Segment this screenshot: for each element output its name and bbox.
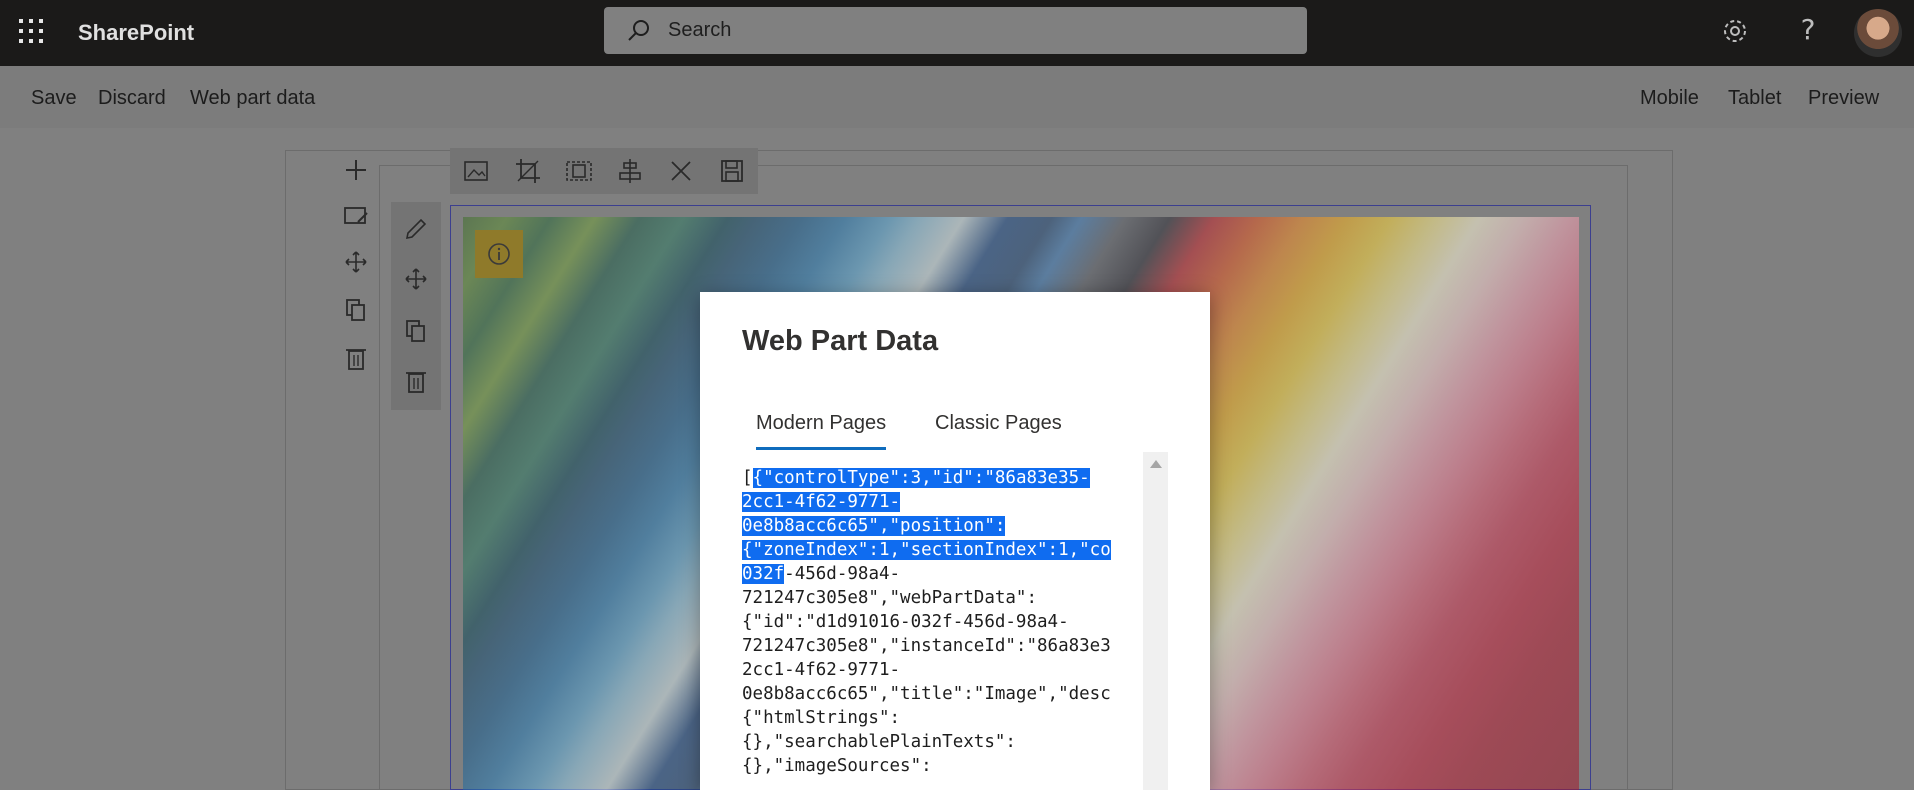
code-line: [{"controlType":3,"id":"86a83e35- — [742, 466, 1143, 490]
mobile-button[interactable]: Mobile — [1640, 87, 1699, 110]
aspect-ratio-icon[interactable] — [558, 151, 600, 191]
save-icon[interactable] — [711, 151, 753, 191]
web-part-data-button[interactable]: Web part data — [190, 87, 315, 110]
app-name[interactable]: SharePoint — [78, 20, 194, 46]
avatar[interactable] — [1854, 9, 1902, 57]
delete-icon[interactable] — [336, 338, 376, 378]
code-text: {},"searchablePlainTexts": — [742, 732, 1016, 752]
code-text: [ — [742, 468, 753, 488]
code-line: 2cc1-4f62-9771- — [742, 658, 1143, 682]
search-icon — [628, 19, 649, 41]
discard-button[interactable]: Discard — [98, 87, 166, 110]
tablet-button[interactable]: Tablet — [1728, 87, 1781, 110]
image-reset-icon[interactable] — [456, 151, 498, 191]
section-toolbar — [336, 150, 376, 380]
scroll-up-arrow-icon[interactable] — [1150, 460, 1162, 468]
gear-icon[interactable] — [1720, 16, 1750, 46]
close-icon[interactable] — [660, 151, 702, 191]
image-toolbar — [450, 148, 758, 194]
info-icon[interactable] — [475, 230, 523, 278]
move-icon[interactable] — [396, 258, 436, 300]
code-line: {},"searchablePlainTexts": — [742, 730, 1143, 754]
dialog-title: Web Part Data — [742, 325, 939, 357]
code-text: -456d-98a4- — [784, 564, 901, 584]
code-text: 721247c305e8","instanceId":"86a83e3 — [742, 636, 1111, 656]
code-text: 2cc1-4f62-9771- — [742, 660, 901, 680]
suite-bar: SharePoint Search ? — [0, 0, 1914, 66]
add-section-icon[interactable] — [336, 150, 376, 190]
code-line: 2cc1-4f62-9771- — [742, 490, 1143, 514]
code-line: {},"imageSources": — [742, 754, 1143, 778]
selected-text: 0e8b8acc6c65","position": — [742, 516, 1006, 536]
align-icon[interactable] — [609, 151, 651, 191]
code-line: {"id":"d1d91016-032f-456d-98a4- — [742, 610, 1143, 634]
webpart-toolbar — [391, 202, 441, 410]
crop-icon[interactable] — [507, 151, 549, 191]
code-line: {"htmlStrings": — [742, 706, 1143, 730]
code-text: 721247c305e8","webPartData": — [742, 588, 1038, 608]
code-text: {},"imageSources": — [742, 756, 932, 776]
duplicate-icon[interactable] — [336, 290, 376, 330]
code-text: {"id":"d1d91016-032f-456d-98a4- — [742, 612, 1069, 632]
edit-pencil-icon[interactable] — [396, 208, 436, 250]
code-scrollbar[interactable] — [1143, 452, 1168, 790]
code-line: 032f-456d-98a4- — [742, 562, 1143, 586]
command-bar: Save Discard Web part data Mobile Tablet… — [0, 66, 1914, 128]
selected-text: 032f — [742, 564, 785, 584]
code-line: 0e8b8acc6c65","title":"Image","desc — [742, 682, 1143, 706]
selected-text: 2cc1-4f62-9771- — [742, 492, 901, 512]
code-line: 721247c305e8","instanceId":"86a83e3 — [742, 634, 1143, 658]
save-button[interactable]: Save — [31, 87, 77, 110]
tab-modern-pages[interactable]: Modern Pages — [756, 412, 887, 450]
edit-section-icon[interactable] — [336, 196, 376, 236]
code-text: {"htmlStrings": — [742, 708, 901, 728]
json-code-area[interactable]: [{"controlType":3,"id":"86a83e35- 2cc1-4f… — [742, 452, 1143, 790]
selected-text: {"controlType":3,"id":"86a83e35- — [752, 468, 1090, 488]
search-placeholder: Search — [668, 19, 732, 41]
tab-classic-pages[interactable]: Classic Pages — [935, 412, 1062, 447]
selected-text: {"zoneIndex":1,"sectionIndex":1,"co — [742, 540, 1111, 560]
waffle-icon[interactable] — [19, 19, 43, 43]
preview-button[interactable]: Preview — [1808, 87, 1879, 110]
json-code-text: [{"controlType":3,"id":"86a83e35- 2cc1-4f… — [742, 452, 1143, 778]
web-part-data-dialog: Web Part Data Modern Pages Classic Pages… — [700, 292, 1210, 790]
duplicate-icon[interactable] — [396, 310, 436, 352]
code-line: 721247c305e8","webPartData": — [742, 586, 1143, 610]
code-line: 0e8b8acc6c65","position": — [742, 514, 1143, 538]
code-line: {"zoneIndex":1,"sectionIndex":1,"co — [742, 538, 1143, 562]
delete-icon[interactable] — [396, 360, 436, 402]
search-box[interactable]: Search — [604, 7, 1307, 54]
move-icon[interactable] — [336, 242, 376, 282]
code-text: 0e8b8acc6c65","title":"Image","desc — [742, 684, 1111, 704]
help-icon[interactable]: ? — [1795, 12, 1821, 48]
